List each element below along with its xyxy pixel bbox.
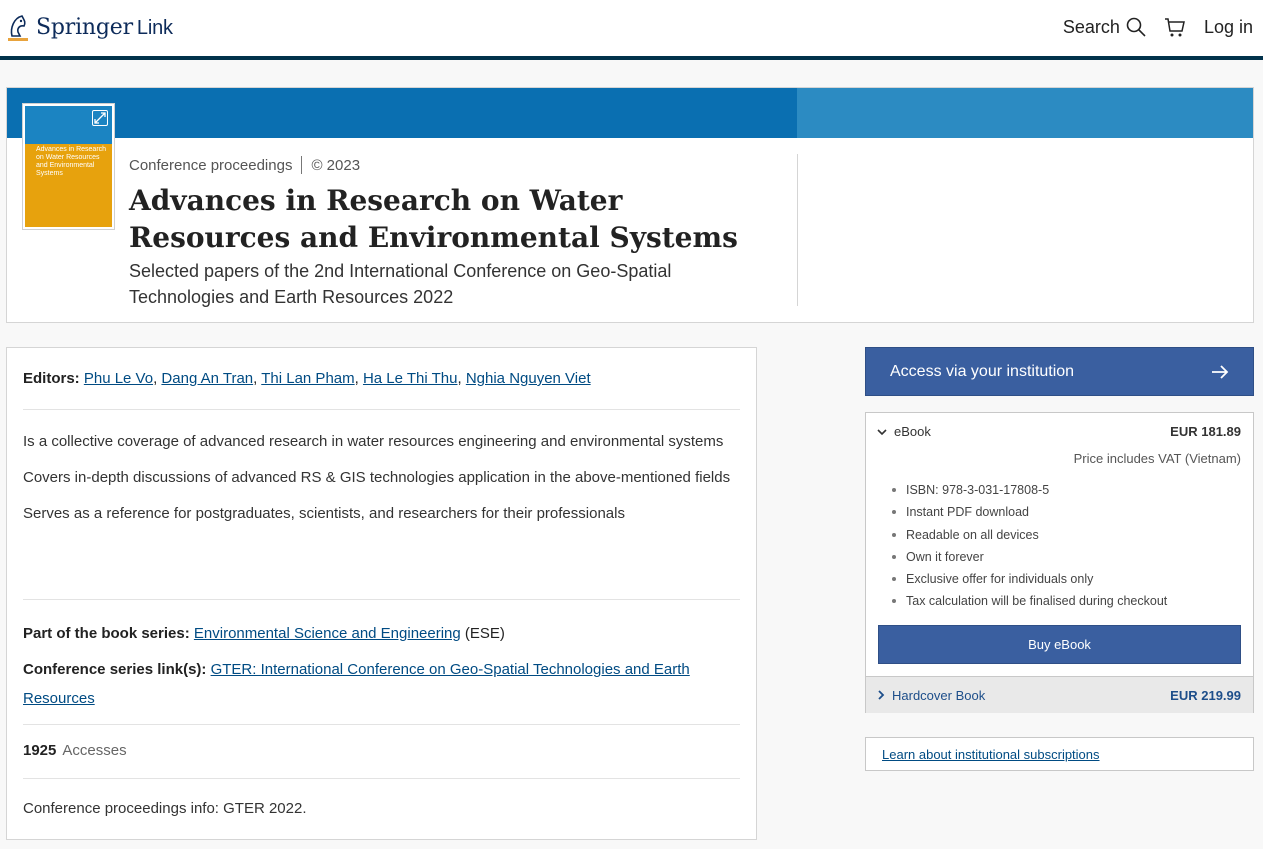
- access-button-label: Access via your institution: [890, 362, 1075, 380]
- hero-band-right: [797, 88, 1253, 138]
- hero-meta: Conference proceedings © 2023: [129, 156, 360, 174]
- logo-text: Springer Link: [36, 15, 173, 40]
- feature-item: Exclusive offer for individuals only: [891, 568, 1167, 590]
- search-icon: [1126, 17, 1146, 37]
- book-details-card: Editors: Phu Le Vo, Dang An Tran, Thi La…: [6, 347, 757, 840]
- hardcover-option[interactable]: Hardcover Book EUR 219.99: [866, 676, 1253, 713]
- book-subtitle: Selected papers of the 2nd International…: [129, 261, 672, 307]
- series-section: Part of the book series: Environmental S…: [23, 619, 738, 720]
- content-type: Conference proceedings: [129, 156, 293, 174]
- buy-ebook-button[interactable]: Buy eBook: [878, 625, 1241, 664]
- login-label: Log in: [1203, 16, 1253, 37]
- ebook-features: ISBN: 978-3-031-17808-5 Instant PDF down…: [891, 479, 1167, 613]
- divider: [23, 599, 740, 600]
- book-title: Advances in Research on Water Resources …: [129, 184, 738, 254]
- hardcover-label: Hardcover Book: [892, 687, 986, 703]
- vat-note: Price includes VAT (Vietnam): [1073, 451, 1241, 466]
- ebook-price: EUR 181.89: [1170, 424, 1241, 439]
- cart-button[interactable]: [1164, 16, 1186, 38]
- top-header: Springer Link Search Log in: [0, 0, 1263, 60]
- editors-line: Editors: Phu Le Vo, Dang An Tran, Thi La…: [23, 370, 591, 387]
- highlight-item: Covers in-depth discussions of advanced …: [23, 469, 731, 486]
- accesses-count: 1925: [23, 742, 57, 759]
- conference-series-row: Conference series link(s): GTER: Interna…: [23, 655, 738, 713]
- institutional-subscriptions-link[interactable]: Learn about institutional subscriptions: [865, 737, 1254, 771]
- conference-series-label: Conference series link(s):: [23, 661, 207, 678]
- editor-link[interactable]: Phu Le Vo: [84, 370, 153, 387]
- feature-item: Tax calculation will be finalised during…: [891, 590, 1167, 612]
- highlight-item: Serves as a reference for postgraduates,…: [23, 505, 625, 522]
- feature-item: ISBN: 978-3-031-17808-5: [891, 479, 1167, 501]
- hardcover-price: EUR 219.99: [1170, 687, 1241, 703]
- expand-icon[interactable]: [92, 110, 108, 126]
- divider: [23, 778, 740, 779]
- copyright-year: © 2023: [311, 156, 361, 174]
- editor-link[interactable]: Thi Lan Pham: [261, 370, 354, 387]
- cart-icon: [1164, 16, 1186, 38]
- editor-link[interactable]: Ha Le Thi Thu: [363, 370, 458, 387]
- feature-item: Own it forever: [891, 546, 1167, 568]
- chevron-right-icon: [876, 689, 886, 701]
- buy-box: eBook EUR 181.89 Price includes VAT (Vie…: [865, 412, 1254, 713]
- proceedings-info: Conference proceedings info: GTER 2022.: [23, 800, 307, 817]
- series-link[interactable]: Environmental Science and Engineering: [194, 625, 461, 642]
- divider: [23, 724, 740, 725]
- divider: [23, 409, 740, 410]
- editor-link[interactable]: Nghia Nguyen Viet: [466, 370, 591, 387]
- editors-label: Editors:: [23, 370, 80, 387]
- hero-band: [7, 88, 1253, 138]
- hardcover-title: Hardcover Book: [876, 688, 985, 703]
- feature-item: Readable on all devices: [891, 524, 1167, 546]
- springer-horse-icon: [6, 12, 30, 42]
- editor-link[interactable]: Dang An Tran: [161, 370, 253, 387]
- accesses-metric: 1925 Accesses: [23, 742, 127, 759]
- series-label: Part of the book series:: [23, 625, 190, 642]
- top-nav: Search Log in: [1063, 16, 1253, 38]
- book-hero: Advances in Research on Water Resources …: [6, 87, 1254, 323]
- ebook-label: eBook: [894, 424, 931, 439]
- feature-item: Instant PDF download: [891, 501, 1167, 523]
- ebook-title: eBook: [876, 424, 931, 439]
- chevron-down-icon: [876, 426, 888, 438]
- arrow-right-icon: [1211, 364, 1229, 379]
- access-via-institution-button[interactable]: Access via your institution: [865, 347, 1254, 396]
- logo-brand: Springer: [36, 14, 133, 40]
- ebook-header[interactable]: eBook EUR 181.89: [876, 424, 1241, 439]
- cover-title: Advances in Research on Water Resources …: [36, 146, 107, 177]
- highlight-item: Is a collective coverage of advanced res…: [23, 433, 724, 450]
- meta-separator: [301, 156, 303, 174]
- login-link[interactable]: Log in: [1204, 17, 1253, 38]
- logo-suffix: Link: [136, 16, 173, 39]
- book-cover[interactable]: Advances in Research on Water Resources …: [23, 104, 114, 229]
- accesses-label: Accesses: [62, 742, 127, 759]
- search-label: Search: [1062, 16, 1120, 37]
- series-abbr: (ESE): [464, 625, 505, 642]
- highlights-list: Is a collective coverage of advanced res…: [23, 428, 738, 536]
- search-button[interactable]: Search: [1063, 17, 1146, 38]
- springer-link-logo[interactable]: Springer Link: [6, 12, 173, 42]
- book-series-row: Part of the book series: Environmental S…: [23, 619, 738, 648]
- hero-divider: [797, 154, 798, 306]
